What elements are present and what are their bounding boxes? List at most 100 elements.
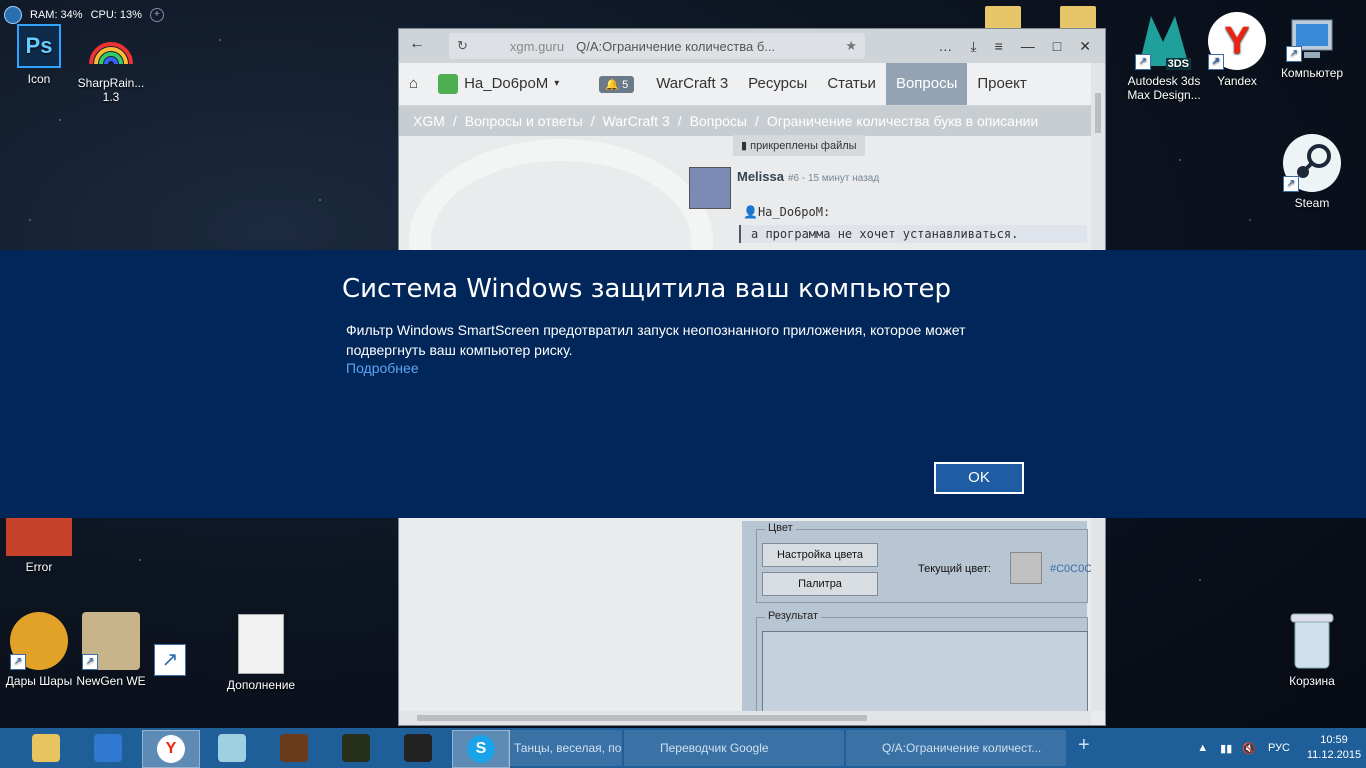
folder-icon[interactable] [985, 6, 1021, 30]
desktop-icon-photoshop[interactable]: Ps Icon [0, 24, 78, 86]
taskbar-yandex[interactable]: Y [142, 730, 200, 768]
breadcrumb-current: Ограничение количества букв в описании [766, 113, 1039, 129]
taskbar-skype[interactable]: S [452, 730, 510, 768]
post-meta: #6 - 15 минут назад [787, 173, 880, 184]
language-indicator[interactable]: РУС [1268, 742, 1290, 754]
signal-icon[interactable]: ▮▮ [1220, 742, 1232, 755]
reload-icon[interactable]: ↻ [457, 38, 468, 54]
post-author-avatar[interactable] [689, 167, 731, 209]
desktop-icon-3dsmax[interactable]: 3DS ↗ Autodesk 3ds Max Design... [1124, 12, 1204, 102]
add-gadget-icon[interactable]: + [149, 8, 164, 22]
bookmark-star-icon[interactable]: ★ [845, 38, 857, 54]
yandex-icon: Y ↗ [1208, 12, 1266, 70]
menu-dots-icon[interactable]: … [938, 38, 952, 55]
taskbar-photoshop-download[interactable] [80, 730, 136, 766]
desktop-icon-dopolnenie[interactable]: Дополнение [222, 614, 300, 692]
shortcut-arrow-icon: ↗ [1208, 54, 1224, 70]
steam-icon: ↗ [1283, 134, 1341, 192]
user-avatar [438, 74, 459, 94]
desktop-icon-error[interactable]: Error [0, 518, 78, 574]
shortcut-arrow-icon[interactable]: ↗ [154, 644, 186, 676]
maximize-icon[interactable]: □ [1053, 38, 1061, 55]
hamburger-menu-icon[interactable]: ≡ [995, 38, 1003, 55]
user-menu[interactable]: На_Do6poM ▾ [428, 63, 569, 105]
notifications-badge[interactable]: 🔔 5 [599, 75, 635, 93]
dary-shary-icon: ↗ [10, 612, 68, 670]
taskbar-game-owl[interactable] [328, 730, 384, 766]
desktop-icon-steam[interactable]: ↗ Steam [1272, 134, 1352, 210]
rainbow-icon [87, 24, 135, 72]
palette-button[interactable]: Палитра [762, 572, 878, 596]
attached-files-note[interactable]: ▮ прикреплены файлы [733, 135, 865, 156]
desktop-icon-yandex[interactable]: Y ↗ Yandex [1198, 12, 1276, 88]
folder-icon[interactable] [1060, 6, 1096, 30]
scroll-icon: ↗ [82, 612, 140, 670]
minimize-icon[interactable]: — [1021, 38, 1035, 55]
nav-questions[interactable]: Вопросы [885, 63, 968, 105]
clock[interactable]: 10:59 11.12.2015 [1302, 733, 1366, 763]
taskbar-window-translate[interactable]: Переводчик Google [624, 730, 844, 766]
shortcut-arrow-icon: ↗ [10, 654, 26, 670]
gadget-icon [4, 6, 22, 24]
shortcut-arrow-icon: ↗ [1286, 46, 1302, 62]
system-tray: ▲ ▮▮ 🔇 РУС 10:59 11.12.2015 [1197, 728, 1366, 768]
yandex-icon: Y [157, 735, 185, 763]
more-info-link[interactable]: Подробнее [346, 360, 419, 376]
volume-muted-icon[interactable]: 🔇 [1242, 742, 1256, 755]
quote-author: 👤На_Do6poM: [743, 205, 831, 219]
horizontal-scrollbar[interactable] [399, 711, 1091, 725]
computer-icon: ↗ [1286, 18, 1338, 62]
chevron-down-icon: ▾ [554, 78, 560, 89]
desktop-icon-computer[interactable]: ↗ Компьютер [1272, 18, 1352, 80]
notepad-icon [218, 734, 246, 762]
address-bar[interactable]: ↻ xgm.guru Q/A:Ограничение количества б.… [449, 33, 865, 59]
show-hidden-icons-icon[interactable]: ▲ [1197, 742, 1208, 754]
new-tab-icon[interactable]: + [1078, 734, 1090, 757]
close-icon[interactable]: ✕ [1079, 38, 1091, 55]
shortcut-arrow-icon: ↗ [1135, 54, 1151, 70]
taskbar-window-music[interactable]: Танцы, веселая, позити... [508, 730, 622, 766]
taskbar-notepad[interactable] [204, 730, 260, 766]
ram-readout: RAM: 34% [30, 9, 83, 21]
taskbar-explorer[interactable] [18, 730, 74, 766]
breadcrumb-xgm[interactable]: XGM [413, 113, 445, 129]
download-icon[interactable]: ⤓ [970, 38, 976, 55]
3dsmax-icon: 3DS ↗ [1135, 12, 1193, 70]
desktop-icon-recycle-bin[interactable]: Корзина [1272, 612, 1352, 688]
ok-button[interactable]: OK [934, 462, 1024, 494]
nav-articles[interactable]: Статьи [817, 63, 886, 105]
taskbar-window-xgm[interactable]: Q/A:Ограничение количест... [846, 730, 1066, 766]
dialog-message: Фильтр Windows SmartScreen предотвратил … [346, 322, 966, 358]
browser-titlebar: ← ↻ xgm.guru Q/A:Ограничение количества … [399, 29, 1105, 63]
address-domain: xgm.guru [509, 38, 565, 54]
site-navbar: ⌂ На_Do6poM ▾ 🔔 5 WarCraft 3 Ресурсы Ста… [399, 63, 1105, 106]
shortcut-arrow-icon: ↗ [82, 654, 98, 670]
breadcrumb-qa[interactable]: Вопросы и ответы [465, 113, 583, 129]
desktop-icon-dary-shary[interactable]: ↗ Дары Шары [0, 612, 78, 688]
quote-text: а программа не хочет устанавливаться. [739, 225, 1087, 243]
back-arrow-icon[interactable]: ← [409, 35, 425, 53]
dialog-title: Система Windows защитила ваш компьютер [342, 274, 952, 304]
taskbar: Y S Танцы, веселая, позити... Переводчик… [0, 728, 1366, 768]
cpu-readout: CPU: 13% [90, 9, 142, 21]
taskbar-flask[interactable] [390, 730, 446, 766]
skype-icon: S [467, 735, 495, 763]
embedded-app-panel: Цвет Настройка цвета Палитра Текущий цве… [742, 521, 1098, 713]
nav-warcraft3[interactable]: WarCraft 3 [646, 63, 738, 105]
folder-icon [32, 734, 60, 762]
color-setup-button[interactable]: Настройка цвета [762, 543, 878, 567]
current-color-swatch [1010, 552, 1042, 584]
system-monitor-gadget: RAM: 34% CPU: 13% + [4, 4, 164, 26]
desktop-icon-sharprain[interactable]: SharpRain... 1.3 [72, 24, 150, 104]
owl-icon [342, 734, 370, 762]
breadcrumb-questions[interactable]: Вопросы [690, 113, 747, 129]
taskbar-game-ru[interactable] [266, 730, 322, 766]
result-textarea[interactable] [762, 631, 1088, 713]
nav-project[interactable]: Проект [967, 63, 1036, 105]
post-author[interactable]: Melissa #6 - 15 минут назад [737, 169, 879, 184]
breadcrumb-warcraft3[interactable]: WarCraft 3 [603, 113, 670, 129]
desktop-icon-newgen[interactable]: ↗ NewGen WE [72, 612, 150, 688]
recycle-bin-icon [1289, 612, 1335, 670]
home-icon[interactable]: ⌂ [399, 63, 428, 105]
nav-resources[interactable]: Ресурсы [738, 63, 817, 105]
